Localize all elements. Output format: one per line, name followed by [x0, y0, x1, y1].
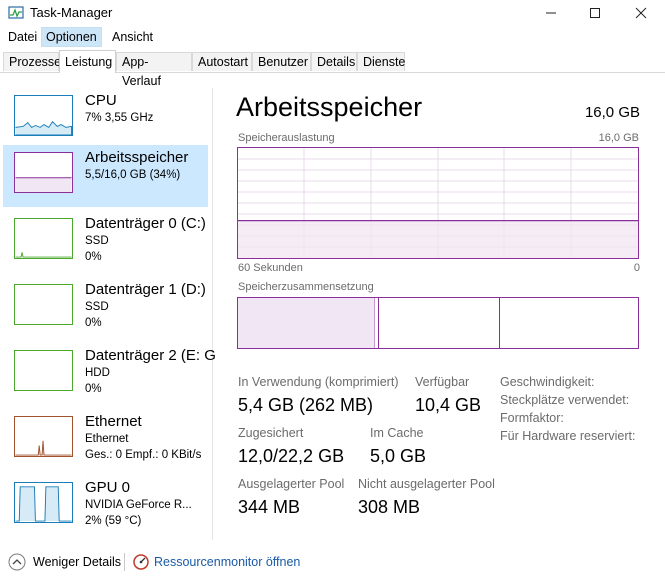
maximize-button[interactable]: [572, 0, 618, 26]
committed-label: Zugesichert: [238, 426, 304, 440]
available-label: Verfügbar: [415, 375, 470, 389]
disk-0-thumbnail: [14, 218, 73, 259]
menu-file[interactable]: Datei: [4, 27, 41, 47]
nonpaged-pool-value: 308 MB: [358, 497, 421, 517]
speed-label: Geschwindigkeit:: [500, 375, 595, 389]
time-axis-right: 0: [633, 262, 640, 274]
memory-usage-chart: [238, 148, 638, 258]
time-axis-left: 60 Sekunden: [238, 262, 303, 274]
sidebar-item-detail: 5,5/16,0 GB (34%): [85, 169, 181, 181]
memory-composition-bar: [237, 297, 639, 349]
memory-thumbnail: [14, 152, 73, 193]
resource-monitor-label: Ressourcenmonitor öffnen: [154, 555, 301, 569]
close-button[interactable]: [618, 0, 664, 26]
tab-performance[interactable]: Leistung: [59, 50, 116, 73]
composition-in-use: [238, 298, 374, 348]
title-bar: Task-Manager: [0, 0, 665, 26]
in-use-value: 5,4 GB (262 MB): [238, 395, 374, 415]
composition-divider: [499, 298, 500, 348]
sidebar-item-memory[interactable]: Arbeitsspeicher 5,5/16,0 GB (34%): [3, 145, 208, 207]
tab-processes[interactable]: Prozesse: [3, 52, 61, 71]
chevron-up-icon: [8, 553, 26, 571]
footer-divider: [124, 553, 125, 571]
tab-startup[interactable]: Autostart: [192, 52, 252, 71]
sidebar-item-detail: 7% 3,55 GHz: [85, 112, 154, 124]
page-title: Arbeitsspeicher: [236, 92, 423, 122]
usage-graph-max: 16,0 GB: [598, 132, 639, 144]
fewer-details-label: Weniger Details: [33, 555, 122, 569]
task-manager-icon: [8, 6, 24, 19]
sidebar-item-type: SSD: [85, 235, 109, 247]
footer: Weniger Details Ressourcenmonitor öffnen: [0, 547, 665, 585]
sidebar-item-label: Datenträger 2 (E: G: [85, 347, 216, 364]
sidebar-item-type: NVIDIA GeForce R...: [85, 499, 192, 511]
minimize-icon: [546, 12, 556, 14]
close-icon: [635, 7, 647, 19]
composition-divider: [374, 298, 375, 348]
sidebar-item-disk-1[interactable]: Datenträger 1 (D:) SSD 0%: [3, 277, 208, 339]
usage-graph-label: Speicherauslastung: [238, 132, 335, 144]
sidebar-item-disk-2[interactable]: Datenträger 2 (E: G HDD 0%: [3, 343, 216, 405]
tab-bar: Prozesse Leistung App-Verlauf Autostart …: [0, 50, 665, 88]
gpu-thumbnail: [14, 482, 73, 523]
cached-value: 5,0 GB: [370, 446, 427, 466]
menu-options[interactable]: Optionen: [41, 27, 102, 47]
tab-details[interactable]: Details: [311, 52, 357, 71]
memory-usage-area: [238, 220, 638, 258]
sidebar-item-gpu[interactable]: GPU 0 NVIDIA GeForce R... 2% (59 °C): [3, 475, 208, 537]
sidebar-item-detail: 2% (59 °C): [85, 515, 142, 527]
sidebar-item-label: CPU: [85, 92, 117, 109]
sidebar-item-detail: 0%: [85, 251, 102, 263]
sidebar-item-type: SSD: [85, 301, 109, 313]
sidebar-item-label: Ethernet: [85, 413, 142, 430]
tab-users[interactable]: Benutzer: [252, 52, 311, 71]
cached-label: Im Cache: [370, 426, 424, 440]
paged-pool-value: 344 MB: [238, 497, 301, 517]
cpu-thumbnail: [14, 95, 73, 136]
sidebar-item-ethernet[interactable]: Ethernet Ethernet Ges.: 0 Empf.: 0 KBit/…: [3, 409, 208, 471]
sidebar-item-type: Ethernet: [85, 433, 129, 445]
minimize-button[interactable]: [528, 0, 574, 26]
slots-used-label: Steckplätze verwendet:: [500, 393, 630, 407]
paged-pool-label: Ausgelagerter Pool: [238, 477, 345, 491]
menu-bar: Datei Optionen Ansicht: [0, 27, 665, 47]
performance-sidebar: CPU 7% 3,55 GHz Arbeitsspeicher 5,5/16,0…: [0, 88, 216, 540]
sidebar-item-label: Datenträger 0 (C:): [85, 215, 206, 232]
nonpaged-pool-label: Nicht ausgelagerter Pool: [358, 477, 495, 491]
sidebar-item-detail: 0%: [85, 317, 102, 329]
sidebar-item-type: HDD: [85, 367, 110, 379]
sidebar-item-detail: 0%: [85, 383, 102, 395]
total-memory: 16,0 GB: [584, 104, 640, 121]
sidebar-item-label: Datenträger 1 (D:): [85, 281, 206, 298]
window-title: Task-Manager: [30, 5, 113, 20]
sidebar-item-detail: Ges.: 0 Empf.: 0 KBit/s: [85, 449, 202, 461]
disk-2-thumbnail: [14, 350, 73, 391]
memory-usage-graph: [237, 147, 639, 259]
sidebar-item-label: GPU 0: [85, 479, 131, 496]
tab-services[interactable]: Dienste: [357, 52, 405, 71]
sidebar-item-cpu[interactable]: CPU 7% 3,55 GHz: [3, 88, 208, 150]
tab-app-history[interactable]: App-Verlauf: [116, 52, 192, 88]
composition-divider: [378, 298, 379, 348]
disk-1-thumbnail: [14, 284, 73, 325]
sidebar-item-label: Arbeitsspeicher: [85, 149, 189, 166]
resource-monitor-icon: [133, 554, 149, 570]
menu-view[interactable]: Ansicht: [108, 27, 157, 47]
ethernet-thumbnail: [14, 416, 73, 457]
sidebar-item-disk-0[interactable]: Datenträger 0 (C:) SSD 0%: [3, 211, 208, 273]
in-use-label: In Verwendung (komprimiert): [238, 375, 399, 389]
form-factor-label: Formfaktor:: [500, 411, 564, 425]
resource-monitor-link[interactable]: Ressourcenmonitor öffnen: [133, 553, 333, 573]
available-value: 10,4 GB: [415, 395, 482, 415]
composition-label: Speicherzusammensetzung: [238, 281, 374, 293]
committed-value: 12,0/22,2 GB: [238, 446, 345, 466]
maximize-icon: [590, 8, 600, 18]
hardware-reserved-label: Für Hardware reserviert:: [500, 429, 636, 443]
